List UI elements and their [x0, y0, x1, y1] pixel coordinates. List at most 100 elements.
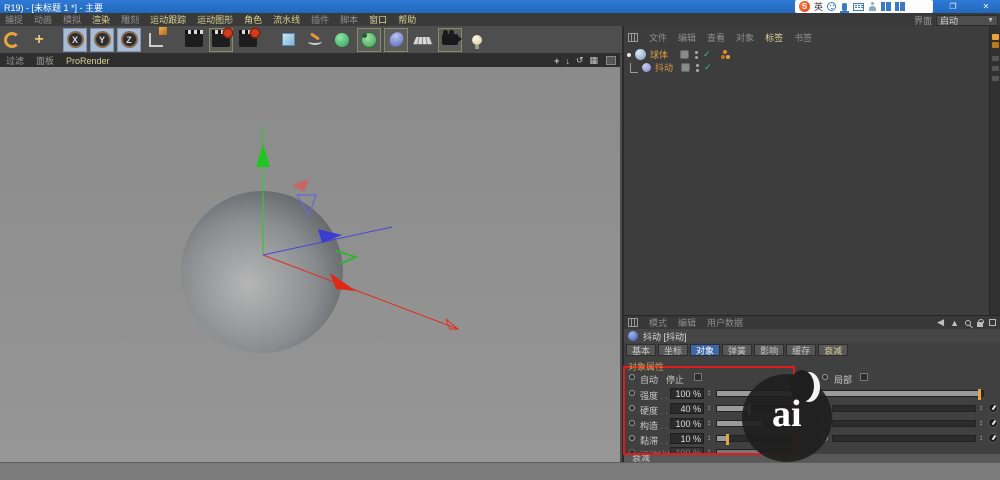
mic-icon[interactable] [842, 3, 847, 11]
keyboard-icon[interactable] [853, 3, 864, 11]
tab-basic[interactable]: 基本 [626, 344, 656, 356]
account-icon[interactable] [868, 2, 877, 11]
stepper-icon[interactable]: ↕ [979, 403, 983, 412]
menu-sculpt[interactable]: 雕刻 [121, 13, 139, 26]
menu-motion-tracker[interactable]: 运动跟踪 [150, 13, 186, 26]
map-dial-icon[interactable] [988, 433, 998, 443]
generators-button[interactable] [357, 28, 381, 52]
panel-grid-icon[interactable] [628, 33, 638, 42]
viewport-scene[interactable] [0, 67, 620, 462]
search-icon[interactable] [965, 320, 971, 326]
om-menu-file[interactable]: 文件 [649, 31, 667, 44]
strip-button[interactable] [992, 56, 999, 61]
views-icon[interactable]: ▦ [589, 55, 598, 66]
menu-pipeline[interactable]: 流水线 [273, 13, 300, 26]
object-row-jiggle[interactable]: 抖动 ✓ [624, 61, 1000, 74]
undo-button[interactable] [0, 28, 24, 52]
skin-icon[interactable] [881, 2, 891, 11]
render-picture-viewer-button[interactable] [209, 28, 233, 52]
object-name[interactable]: 抖动 [655, 61, 673, 74]
tab-object[interactable]: 对象 [690, 344, 720, 356]
rotate-icon[interactable]: ↺ [576, 55, 584, 66]
ime-lang-label[interactable]: 英 [814, 0, 823, 13]
viewport-corner-icon[interactable] [606, 56, 616, 65]
panel-grid-icon[interactable] [628, 318, 638, 327]
menu-render[interactable]: 渲染 [92, 13, 110, 26]
viewport[interactable]: 过滤 面板 ProRender + ↓ ↺ ▦ [0, 54, 620, 462]
om-menu-tags[interactable]: 标签 [765, 31, 783, 44]
folder-icon[interactable] [992, 34, 999, 40]
strip-button[interactable] [992, 76, 999, 81]
object-name[interactable]: 球体 [650, 48, 668, 61]
y-axis-lock-button[interactable]: Y [90, 28, 114, 52]
new-window-icon[interactable] [989, 319, 996, 326]
slider-handle[interactable] [978, 389, 981, 400]
z-axis-lock-button[interactable]: Z [117, 28, 141, 52]
pan-icon[interactable]: + [554, 56, 559, 66]
toolbox-icon[interactable] [895, 2, 905, 11]
emoji-icon[interactable] [827, 2, 836, 11]
menu-script[interactable]: 脚本 [340, 13, 358, 26]
menu-animation[interactable]: 动画 [34, 13, 52, 26]
stepper-icon[interactable]: ↕ [979, 433, 983, 442]
hierarchy-dot[interactable] [627, 53, 631, 57]
keyframe-circle-icon[interactable] [822, 374, 828, 380]
vibrate-tag-icon[interactable] [721, 50, 731, 60]
structure-map-field[interactable] [832, 420, 976, 427]
viewport-menu-prorender[interactable]: ProRender [66, 56, 110, 66]
om-menu-object[interactable]: 对象 [736, 31, 754, 44]
map-dial-icon[interactable] [988, 403, 998, 413]
map-dial-icon[interactable] [988, 418, 998, 428]
sphere-object[interactable] [181, 191, 343, 353]
tab-cache[interactable]: 缓存 [786, 344, 816, 356]
render-settings-button[interactable] [236, 28, 260, 52]
back-icon[interactable]: ◀ [937, 317, 944, 328]
drag-map-field[interactable] [832, 435, 976, 442]
menu-plugins[interactable]: 插件 [311, 13, 329, 26]
lock-icon[interactable] [977, 322, 983, 327]
menu-window[interactable]: 窗口 [369, 13, 387, 26]
enabled-check-icon[interactable]: ✓ [704, 62, 712, 73]
om-menu-edit[interactable]: 编辑 [678, 31, 696, 44]
light-button[interactable] [465, 28, 489, 52]
menu-snap[interactable]: 捕捉 [5, 13, 23, 26]
close-button[interactable]: ✕ [975, 0, 997, 13]
enabled-check-icon[interactable]: ✓ [703, 49, 711, 60]
stepper-icon[interactable]: ↕ [979, 418, 983, 427]
attr-menu-edit[interactable]: 编辑 [678, 316, 696, 329]
stiffness-map-field[interactable] [832, 405, 976, 412]
layout-dropdown[interactable]: 启动 ▼ [936, 15, 998, 26]
deformers-button[interactable] [384, 28, 408, 52]
move-tool-button[interactable]: + [27, 28, 51, 52]
add-cube-button[interactable] [276, 28, 300, 52]
viewport-menu-panel[interactable]: 面板 [36, 54, 54, 67]
sogou-logo-icon[interactable]: S [799, 1, 810, 12]
tab-forces[interactable]: 影响 [754, 344, 784, 356]
om-menu-bookmarks[interactable]: 书签 [794, 31, 812, 44]
object-row-sphere[interactable]: 球体 ✓ [624, 48, 1000, 61]
viewport-menu-filter[interactable]: 过滤 [6, 54, 24, 67]
tab-coord[interactable]: 坐标 [658, 344, 688, 356]
forward-icon[interactable]: ▲ [950, 318, 959, 328]
render-view-button[interactable] [182, 28, 206, 52]
spline-pen-button[interactable] [303, 28, 327, 52]
om-menu-view[interactable]: 查看 [707, 31, 725, 44]
menu-help[interactable]: 帮助 [398, 13, 416, 26]
attr-menu-userdata[interactable]: 用户数据 [707, 316, 743, 329]
zoom-icon[interactable]: ↓ [565, 56, 570, 66]
tab-falloff[interactable]: 衰减 [818, 344, 848, 356]
local-checkbox[interactable] [860, 373, 868, 381]
menu-character[interactable]: 角色 [244, 13, 262, 26]
strip-button[interactable] [992, 66, 999, 71]
menu-simulate[interactable]: 模拟 [63, 13, 81, 26]
ime-toolbar[interactable]: S 英 [795, 0, 933, 13]
menu-mograph[interactable]: 运动图形 [197, 13, 233, 26]
layer-toggle[interactable] [681, 63, 690, 72]
layer-toggle[interactable] [680, 50, 689, 59]
subdivision-surface-button[interactable] [330, 28, 354, 52]
floor-button[interactable] [411, 28, 435, 52]
visibility-dots-icon[interactable] [695, 50, 699, 60]
coordinate-system-button[interactable] [144, 28, 168, 52]
x-axis-lock-button[interactable]: X [63, 28, 87, 52]
camera-button[interactable] [438, 28, 462, 52]
